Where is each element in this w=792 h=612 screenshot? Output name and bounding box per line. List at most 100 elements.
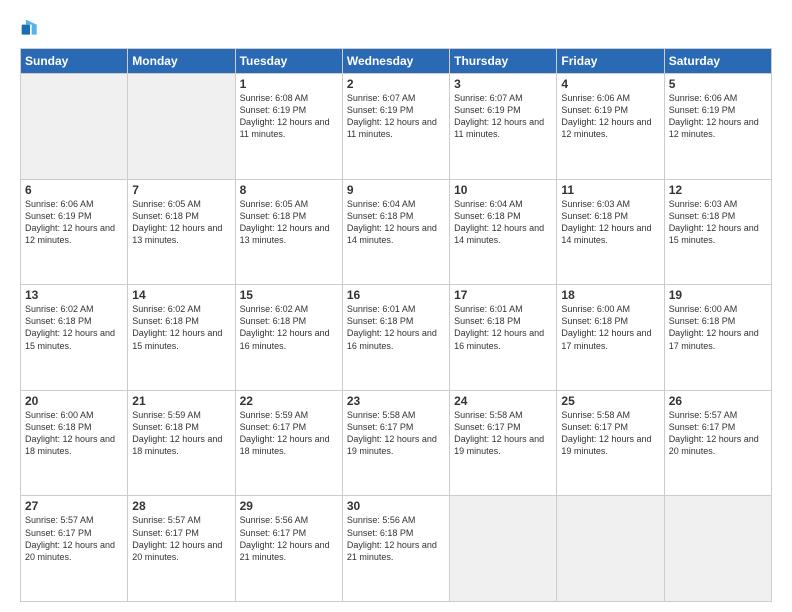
day-number: 17 xyxy=(454,288,552,302)
day-number: 20 xyxy=(25,394,123,408)
day-info: Sunrise: 6:01 AM Sunset: 6:18 PM Dayligh… xyxy=(347,303,445,352)
calendar-week-row: 6Sunrise: 6:06 AM Sunset: 6:19 PM Daylig… xyxy=(21,179,772,285)
day-number: 11 xyxy=(561,183,659,197)
day-info: Sunrise: 6:01 AM Sunset: 6:18 PM Dayligh… xyxy=(454,303,552,352)
calendar-day-cell: 14Sunrise: 6:02 AM Sunset: 6:18 PM Dayli… xyxy=(128,285,235,391)
calendar-day-cell: 27Sunrise: 5:57 AM Sunset: 6:17 PM Dayli… xyxy=(21,496,128,602)
calendar-day-cell: 6Sunrise: 6:06 AM Sunset: 6:19 PM Daylig… xyxy=(21,179,128,285)
calendar-day-cell xyxy=(664,496,771,602)
day-info: Sunrise: 5:57 AM Sunset: 6:17 PM Dayligh… xyxy=(669,409,767,458)
calendar-day-cell: 17Sunrise: 6:01 AM Sunset: 6:18 PM Dayli… xyxy=(450,285,557,391)
day-number: 1 xyxy=(240,77,338,91)
day-info: Sunrise: 5:56 AM Sunset: 6:18 PM Dayligh… xyxy=(347,514,445,563)
day-number: 14 xyxy=(132,288,230,302)
day-number: 13 xyxy=(25,288,123,302)
day-number: 21 xyxy=(132,394,230,408)
day-info: Sunrise: 6:04 AM Sunset: 6:18 PM Dayligh… xyxy=(347,198,445,247)
calendar-week-row: 13Sunrise: 6:02 AM Sunset: 6:18 PM Dayli… xyxy=(21,285,772,391)
calendar-day-cell xyxy=(557,496,664,602)
day-number: 19 xyxy=(669,288,767,302)
day-number: 26 xyxy=(669,394,767,408)
calendar-day-cell: 7Sunrise: 6:05 AM Sunset: 6:18 PM Daylig… xyxy=(128,179,235,285)
calendar-day-cell: 2Sunrise: 6:07 AM Sunset: 6:19 PM Daylig… xyxy=(342,74,449,180)
calendar-week-row: 27Sunrise: 5:57 AM Sunset: 6:17 PM Dayli… xyxy=(21,496,772,602)
weekday-header-cell: Wednesday xyxy=(342,49,449,74)
day-info: Sunrise: 6:00 AM Sunset: 6:18 PM Dayligh… xyxy=(561,303,659,352)
day-info: Sunrise: 6:05 AM Sunset: 6:18 PM Dayligh… xyxy=(132,198,230,247)
generalblue-logo-icon xyxy=(20,18,40,38)
calendar-day-cell: 9Sunrise: 6:04 AM Sunset: 6:18 PM Daylig… xyxy=(342,179,449,285)
day-info: Sunrise: 5:59 AM Sunset: 6:18 PM Dayligh… xyxy=(132,409,230,458)
day-info: Sunrise: 6:02 AM Sunset: 6:18 PM Dayligh… xyxy=(132,303,230,352)
day-info: Sunrise: 5:56 AM Sunset: 6:17 PM Dayligh… xyxy=(240,514,338,563)
day-number: 12 xyxy=(669,183,767,197)
day-info: Sunrise: 6:04 AM Sunset: 6:18 PM Dayligh… xyxy=(454,198,552,247)
day-number: 23 xyxy=(347,394,445,408)
calendar-day-cell: 18Sunrise: 6:00 AM Sunset: 6:18 PM Dayli… xyxy=(557,285,664,391)
calendar-day-cell: 3Sunrise: 6:07 AM Sunset: 6:19 PM Daylig… xyxy=(450,74,557,180)
calendar-day-cell: 23Sunrise: 5:58 AM Sunset: 6:17 PM Dayli… xyxy=(342,390,449,496)
day-number: 6 xyxy=(25,183,123,197)
calendar-week-row: 20Sunrise: 6:00 AM Sunset: 6:18 PM Dayli… xyxy=(21,390,772,496)
day-info: Sunrise: 5:58 AM Sunset: 6:17 PM Dayligh… xyxy=(561,409,659,458)
day-number: 9 xyxy=(347,183,445,197)
calendar-day-cell: 19Sunrise: 6:00 AM Sunset: 6:18 PM Dayli… xyxy=(664,285,771,391)
calendar-day-cell: 22Sunrise: 5:59 AM Sunset: 6:17 PM Dayli… xyxy=(235,390,342,496)
day-number: 25 xyxy=(561,394,659,408)
calendar-day-cell: 15Sunrise: 6:02 AM Sunset: 6:18 PM Dayli… xyxy=(235,285,342,391)
calendar-body: 1Sunrise: 6:08 AM Sunset: 6:19 PM Daylig… xyxy=(21,74,772,602)
weekday-header-cell: Tuesday xyxy=(235,49,342,74)
day-info: Sunrise: 6:08 AM Sunset: 6:19 PM Dayligh… xyxy=(240,92,338,141)
day-number: 10 xyxy=(454,183,552,197)
calendar-day-cell: 4Sunrise: 6:06 AM Sunset: 6:19 PM Daylig… xyxy=(557,74,664,180)
day-number: 4 xyxy=(561,77,659,91)
calendar-day-cell: 28Sunrise: 5:57 AM Sunset: 6:17 PM Dayli… xyxy=(128,496,235,602)
calendar-day-cell xyxy=(21,74,128,180)
day-number: 22 xyxy=(240,394,338,408)
weekday-header-cell: Friday xyxy=(557,49,664,74)
day-number: 28 xyxy=(132,499,230,513)
weekday-header-row: SundayMondayTuesdayWednesdayThursdayFrid… xyxy=(21,49,772,74)
calendar-day-cell: 21Sunrise: 5:59 AM Sunset: 6:18 PM Dayli… xyxy=(128,390,235,496)
calendar-day-cell: 8Sunrise: 6:05 AM Sunset: 6:18 PM Daylig… xyxy=(235,179,342,285)
day-info: Sunrise: 5:57 AM Sunset: 6:17 PM Dayligh… xyxy=(132,514,230,563)
day-info: Sunrise: 5:58 AM Sunset: 6:17 PM Dayligh… xyxy=(347,409,445,458)
day-info: Sunrise: 5:59 AM Sunset: 6:17 PM Dayligh… xyxy=(240,409,338,458)
day-number: 18 xyxy=(561,288,659,302)
calendar-week-row: 1Sunrise: 6:08 AM Sunset: 6:19 PM Daylig… xyxy=(21,74,772,180)
day-number: 7 xyxy=(132,183,230,197)
calendar-day-cell: 20Sunrise: 6:00 AM Sunset: 6:18 PM Dayli… xyxy=(21,390,128,496)
day-info: Sunrise: 5:57 AM Sunset: 6:17 PM Dayligh… xyxy=(25,514,123,563)
day-info: Sunrise: 6:02 AM Sunset: 6:18 PM Dayligh… xyxy=(240,303,338,352)
calendar-table: SundayMondayTuesdayWednesdayThursdayFrid… xyxy=(20,48,772,602)
calendar-day-cell: 25Sunrise: 5:58 AM Sunset: 6:17 PM Dayli… xyxy=(557,390,664,496)
day-number: 30 xyxy=(347,499,445,513)
weekday-header-cell: Monday xyxy=(128,49,235,74)
page: SundayMondayTuesdayWednesdayThursdayFrid… xyxy=(0,0,792,612)
calendar-day-cell: 11Sunrise: 6:03 AM Sunset: 6:18 PM Dayli… xyxy=(557,179,664,285)
calendar-day-cell: 24Sunrise: 5:58 AM Sunset: 6:17 PM Dayli… xyxy=(450,390,557,496)
day-info: Sunrise: 6:07 AM Sunset: 6:19 PM Dayligh… xyxy=(347,92,445,141)
day-number: 16 xyxy=(347,288,445,302)
logo xyxy=(20,18,44,38)
calendar-day-cell: 1Sunrise: 6:08 AM Sunset: 6:19 PM Daylig… xyxy=(235,74,342,180)
calendar-day-cell: 29Sunrise: 5:56 AM Sunset: 6:17 PM Dayli… xyxy=(235,496,342,602)
day-info: Sunrise: 6:03 AM Sunset: 6:18 PM Dayligh… xyxy=(561,198,659,247)
weekday-header-cell: Thursday xyxy=(450,49,557,74)
day-info: Sunrise: 6:00 AM Sunset: 6:18 PM Dayligh… xyxy=(669,303,767,352)
weekday-header-cell: Sunday xyxy=(21,49,128,74)
day-number: 15 xyxy=(240,288,338,302)
calendar-day-cell: 26Sunrise: 5:57 AM Sunset: 6:17 PM Dayli… xyxy=(664,390,771,496)
day-number: 24 xyxy=(454,394,552,408)
header xyxy=(20,18,772,38)
day-info: Sunrise: 5:58 AM Sunset: 6:17 PM Dayligh… xyxy=(454,409,552,458)
calendar-day-cell: 30Sunrise: 5:56 AM Sunset: 6:18 PM Dayli… xyxy=(342,496,449,602)
day-info: Sunrise: 6:03 AM Sunset: 6:18 PM Dayligh… xyxy=(669,198,767,247)
day-info: Sunrise: 6:02 AM Sunset: 6:18 PM Dayligh… xyxy=(25,303,123,352)
day-number: 3 xyxy=(454,77,552,91)
calendar-day-cell: 10Sunrise: 6:04 AM Sunset: 6:18 PM Dayli… xyxy=(450,179,557,285)
day-number: 29 xyxy=(240,499,338,513)
day-info: Sunrise: 6:05 AM Sunset: 6:18 PM Dayligh… xyxy=(240,198,338,247)
calendar-day-cell: 13Sunrise: 6:02 AM Sunset: 6:18 PM Dayli… xyxy=(21,285,128,391)
calendar-day-cell: 5Sunrise: 6:06 AM Sunset: 6:19 PM Daylig… xyxy=(664,74,771,180)
